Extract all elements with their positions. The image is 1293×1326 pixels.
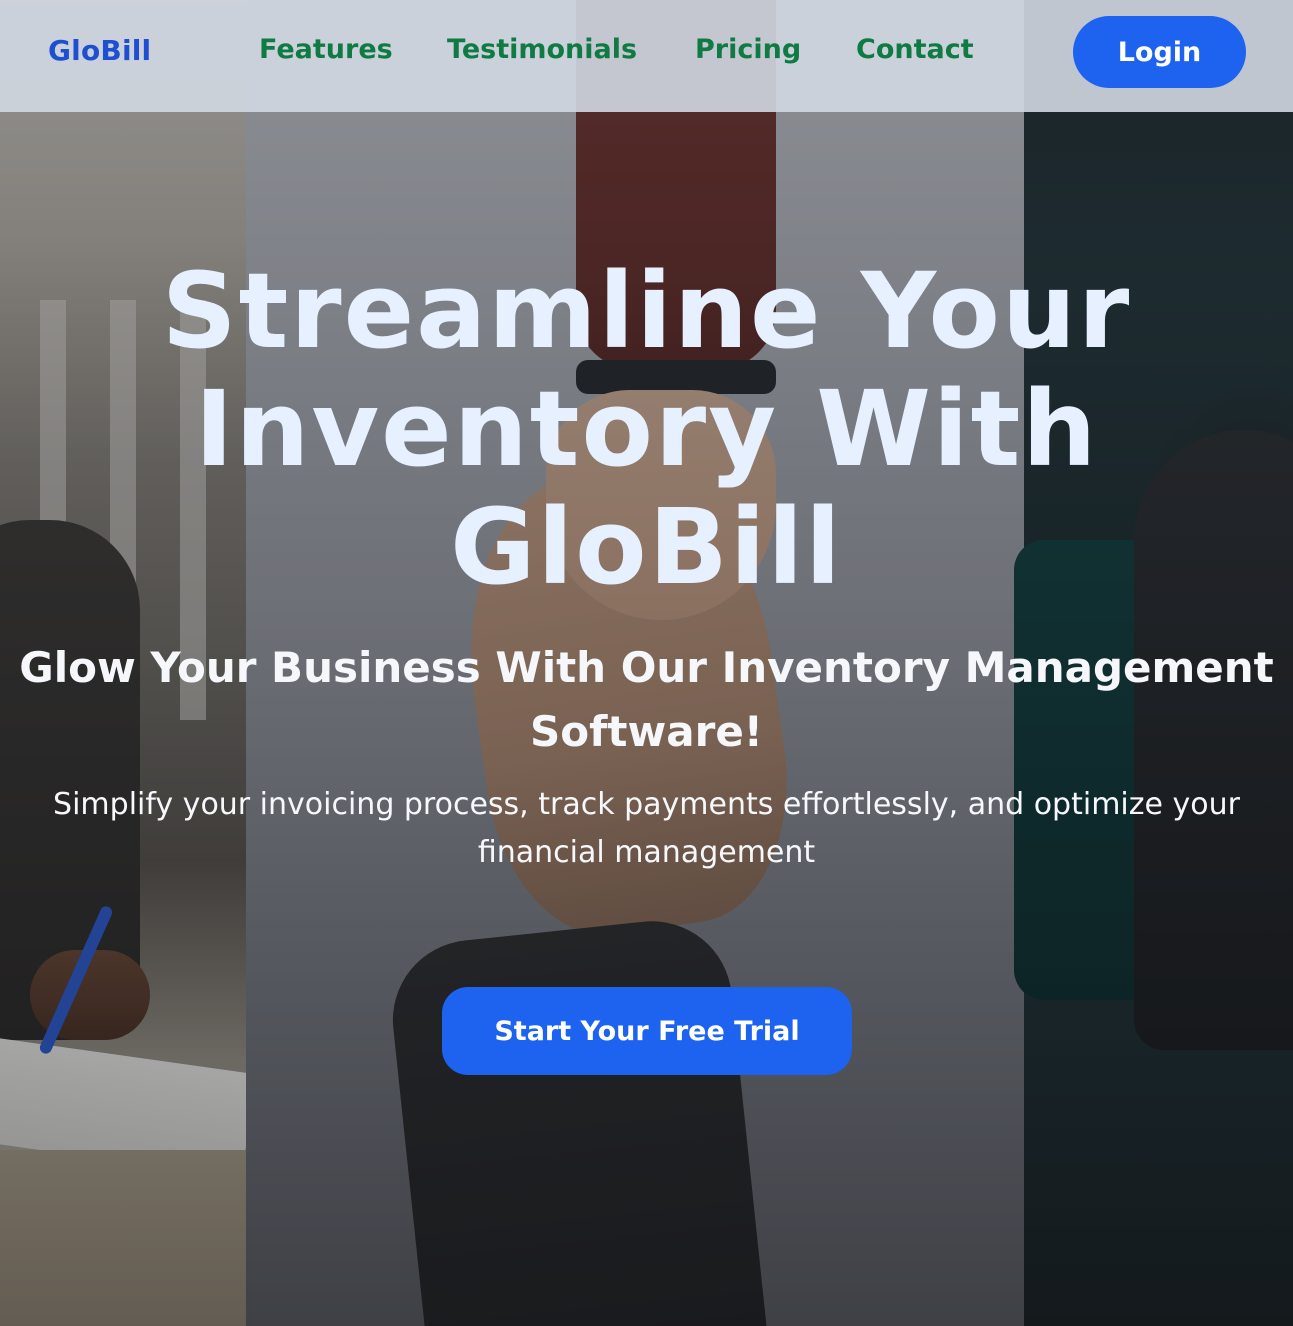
hero-subheadline: Glow Your Business With Our Inventory Ma… <box>0 636 1293 764</box>
hero-headline: Streamline Your Inventory With GloBill <box>0 252 1293 606</box>
hero-description: Simplify your invoicing process, track p… <box>0 781 1293 877</box>
hero-subheadline-line: Glow Your Business With Our Inventory Ma… <box>19 643 1274 692</box>
hero-section: Streamline Your Inventory With GloBill G… <box>0 0 1293 1326</box>
start-free-trial-button[interactable]: Start Your Free Trial <box>442 987 852 1075</box>
hero-headline-line: GloBill <box>450 486 843 608</box>
hero-headline-line: Inventory With <box>194 368 1099 490</box>
hero-description-line: Simplify your invoicing process, track p… <box>53 787 1240 822</box>
hero-description-line: financial management <box>477 835 816 870</box>
hero-subheadline-line: Software! <box>530 707 763 756</box>
hero-headline-line: Streamline Your <box>161 250 1132 372</box>
